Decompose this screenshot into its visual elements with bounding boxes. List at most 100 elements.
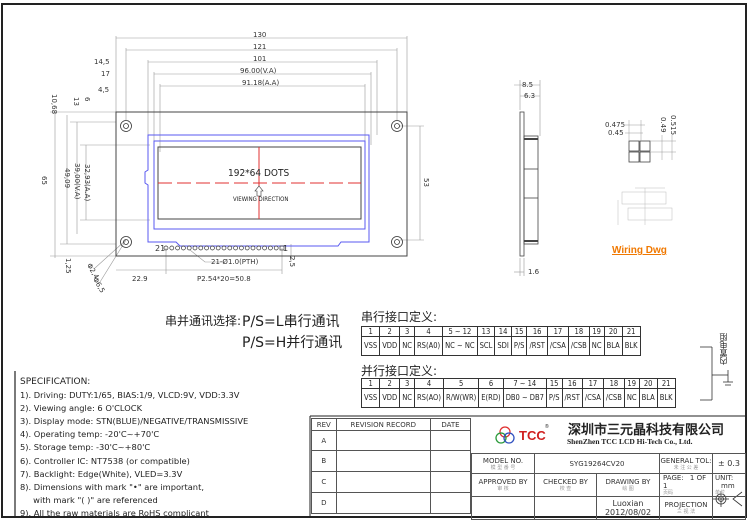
pin-number: 21 xyxy=(656,378,676,389)
pin-number: 17 xyxy=(546,326,569,337)
parallel-interface-title: 并行接口定义: xyxy=(361,364,438,378)
date-header: DATE xyxy=(429,418,472,431)
dim-bottom-offset: 1,25 xyxy=(64,258,72,274)
pin-number: 14 xyxy=(494,326,512,337)
spec-item: 6). Controller IC: NT7538 (or compatible… xyxy=(20,455,190,466)
pin-signal: NC ~ NC xyxy=(442,336,478,356)
dim-dot-vpitch: 0.515 xyxy=(669,115,677,136)
rev-header: REV xyxy=(311,418,337,431)
backlight-resistor-note: 内置电阻 xyxy=(719,333,728,365)
dim-top-offset-2: 13 xyxy=(72,97,80,106)
serial-interface-title: 串行接口定义: xyxy=(361,310,438,324)
company-name-en: ShenZhen TCC LCD Hi-Tech Co., Ltd. xyxy=(567,437,693,446)
side-view-dims xyxy=(514,80,541,276)
dot-detail xyxy=(628,140,651,163)
approved-by-cell: APPROVED BY 审 核 xyxy=(471,473,535,497)
pin-signal: /CSA xyxy=(546,336,569,356)
pin-signal: VDD xyxy=(379,388,401,408)
pin-number: 15 xyxy=(545,378,563,389)
dim-dot-size: 0.45 xyxy=(608,129,624,137)
spec-item: 2). Viewing angle: 6 O'CLOCK xyxy=(20,403,143,414)
connector-pin xyxy=(239,245,244,251)
connector-pin xyxy=(204,245,209,251)
viewing-direction-label: VIEWING DIRECTION xyxy=(233,196,289,203)
pin-signal: P/S xyxy=(545,388,563,408)
spec-item: 8). Dimensions with mark "•" are importa… xyxy=(20,481,204,492)
pin-number: 5 ~ 12 xyxy=(442,326,478,337)
rev-row: C xyxy=(311,471,337,493)
dim-bezel-width: 101 xyxy=(253,55,267,63)
pin-signal: /RST xyxy=(561,388,583,408)
connector-pin xyxy=(215,245,221,251)
rev-row: D xyxy=(311,492,337,514)
connector-pins xyxy=(163,245,285,251)
pin-signal: BLA xyxy=(638,388,658,408)
mode-select-label: 串并通讯选择: xyxy=(165,314,242,328)
connector-pin xyxy=(175,245,180,251)
pin-number: 19 xyxy=(588,326,605,337)
pin-signal: R/W(WR) xyxy=(442,388,480,408)
pin-label-21: 21 xyxy=(155,244,166,253)
dim-pin-row-offset: 2,5 xyxy=(288,256,296,268)
connector-pin xyxy=(233,245,238,251)
dim-top-offset-1: 10,68 xyxy=(50,94,58,115)
pcb-outline xyxy=(115,111,408,257)
model-label-cell: MODEL NO. 模 型 番 号 xyxy=(471,453,535,474)
spec-item: 4). Operating temp: -20'C~+70'C xyxy=(20,429,160,440)
pin-signal: P/S xyxy=(510,336,528,356)
pin-number: 5 xyxy=(442,378,480,389)
pin-signal: E(RD) xyxy=(478,388,504,408)
page-cell: PAGE: 1 OF 1 页码 xyxy=(659,473,713,497)
pin-number: 6 xyxy=(478,378,504,389)
pin-number: 18 xyxy=(567,326,590,337)
pin-signal: VSS xyxy=(360,336,381,356)
pin-signal: BLA xyxy=(603,336,623,356)
mode-serial: P/S=L串行通讯 xyxy=(242,314,340,330)
pin-number: 3 xyxy=(399,378,415,389)
spec-item: with mark "( )" are referenced xyxy=(20,494,158,505)
pin-signal: RS(A0) xyxy=(413,336,444,356)
projection-cell: PROJECTION 三 视 法 xyxy=(659,496,713,520)
mounting-holes xyxy=(120,120,403,248)
dim-dot-pitch: 0.475 xyxy=(605,121,626,129)
pin-signal: NC xyxy=(623,388,640,408)
rev-row: B xyxy=(311,450,337,472)
pin-signal: DB0 ~ DB7 xyxy=(502,388,547,408)
pin-signal: NC xyxy=(588,336,605,356)
checked-by-cell: CHECKED BY 校 查 xyxy=(534,473,597,497)
pin-label-1: 1 xyxy=(283,244,289,253)
wiring-thumbnail xyxy=(617,187,673,225)
serial-pin-table: 12345 ~ 12 13 14 15 16 17 18 19 20 21 VSS VDD NC RS(… xyxy=(360,326,641,356)
pin-number: 2 xyxy=(379,326,401,337)
pin-number: 21 xyxy=(621,326,641,337)
pin-signal: BLK xyxy=(656,388,676,408)
dim-active-area-width: 91.18(A.A) xyxy=(242,79,280,87)
pin-signal: BLK xyxy=(621,336,641,356)
tcc-logo-text: TCC xyxy=(519,428,546,443)
spec-item: 3). Display mode: STN(BLUE)/NEGATIVE/TRA… xyxy=(20,416,249,427)
dim-active-area-height: 32,93(A.A) xyxy=(83,164,91,202)
pin-number: 4 xyxy=(413,326,444,337)
spec-item: 7). Backlight: Edge(White), VLED=3.3V xyxy=(20,468,183,479)
pin-number: 16 xyxy=(561,378,583,389)
pin-signal: SCL xyxy=(476,336,496,356)
tolerance-value: ± 0.3 xyxy=(712,453,746,474)
drawer-cell: Luoxian 2012/08/02 xyxy=(596,496,660,520)
connector-pin xyxy=(227,245,233,251)
pin-signal: /CSA xyxy=(581,388,604,408)
revision-table: REV REVISION RECORD DATE A B C D xyxy=(311,418,472,514)
unit-cell: UNIT: mm 单位 xyxy=(712,473,746,497)
pin-number: 19 xyxy=(623,378,640,389)
dim-bezel-height: 49,09 xyxy=(63,168,71,189)
wiring-drawing-link[interactable]: Wiring Dwg xyxy=(612,245,667,256)
dim-connector-offset: 22.9 xyxy=(132,275,148,283)
connector-pin xyxy=(221,245,227,251)
pin-signal: /CSB xyxy=(602,388,625,408)
dim-side-total: 8.5 xyxy=(522,81,534,89)
spec-item: 9). All the raw materials are RoHS compl… xyxy=(20,507,209,518)
pin-number: 4 xyxy=(413,378,445,389)
tcc-logo-icon xyxy=(495,426,515,444)
dim-dot-height: 0.49 xyxy=(659,117,667,133)
pin-number: 15 xyxy=(510,326,528,337)
pin-signal: NC xyxy=(399,388,415,408)
